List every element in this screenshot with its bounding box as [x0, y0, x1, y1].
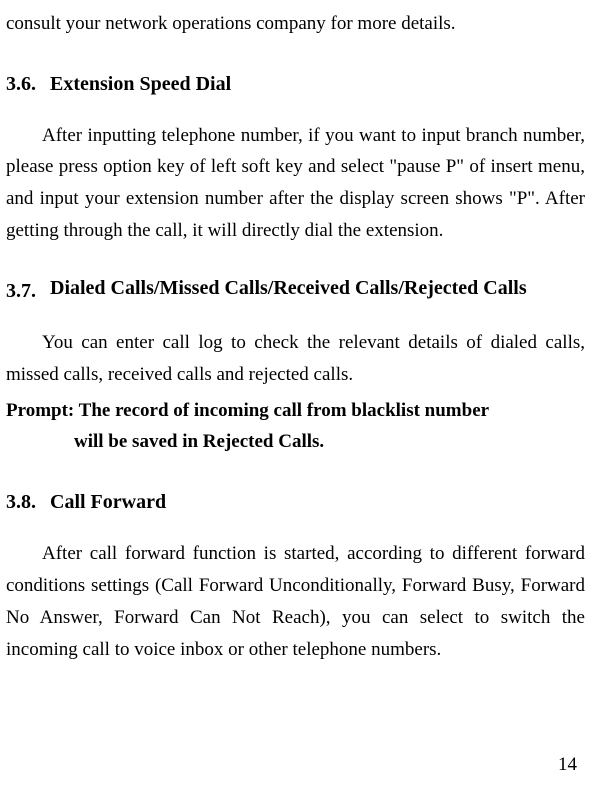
prompt-line-2: will be saved in Rejected Calls. — [6, 426, 585, 458]
section-heading: 3.7. Dialed Calls/Missed Calls/Received … — [6, 275, 585, 309]
section-number: 3.6. — [6, 68, 50, 102]
section-number: 3.7. — [6, 275, 50, 309]
section-body: After inputting telephone number, if you… — [6, 120, 585, 248]
section-title: Extension Speed Dial — [50, 68, 585, 102]
section-body: You can enter call log to check the rele… — [6, 327, 585, 391]
intro-paragraph: consult your network operations company … — [6, 8, 585, 40]
section-title: Call Forward — [50, 486, 585, 520]
page-number: 14 — [558, 754, 577, 776]
section-body: After call forward function is started, … — [6, 538, 585, 666]
prompt-text: Prompt: The record of incoming call from… — [6, 395, 585, 459]
section-heading: 3.6. Extension Speed Dial — [6, 68, 585, 102]
section-title: Dialed Calls/Missed Calls/Received Calls… — [50, 275, 585, 309]
section-heading: 3.8. Call Forward — [6, 486, 585, 520]
section-3-8: 3.8. Call Forward After call forward fun… — [6, 486, 585, 665]
section-3-7: 3.7. Dialed Calls/Missed Calls/Received … — [6, 275, 585, 458]
section-number: 3.8. — [6, 486, 50, 520]
page-content: consult your network operations company … — [6, 8, 585, 666]
prompt-line-1: Prompt: The record of incoming call from… — [6, 395, 585, 427]
section-3-6: 3.6. Extension Speed Dial After inputtin… — [6, 68, 585, 247]
